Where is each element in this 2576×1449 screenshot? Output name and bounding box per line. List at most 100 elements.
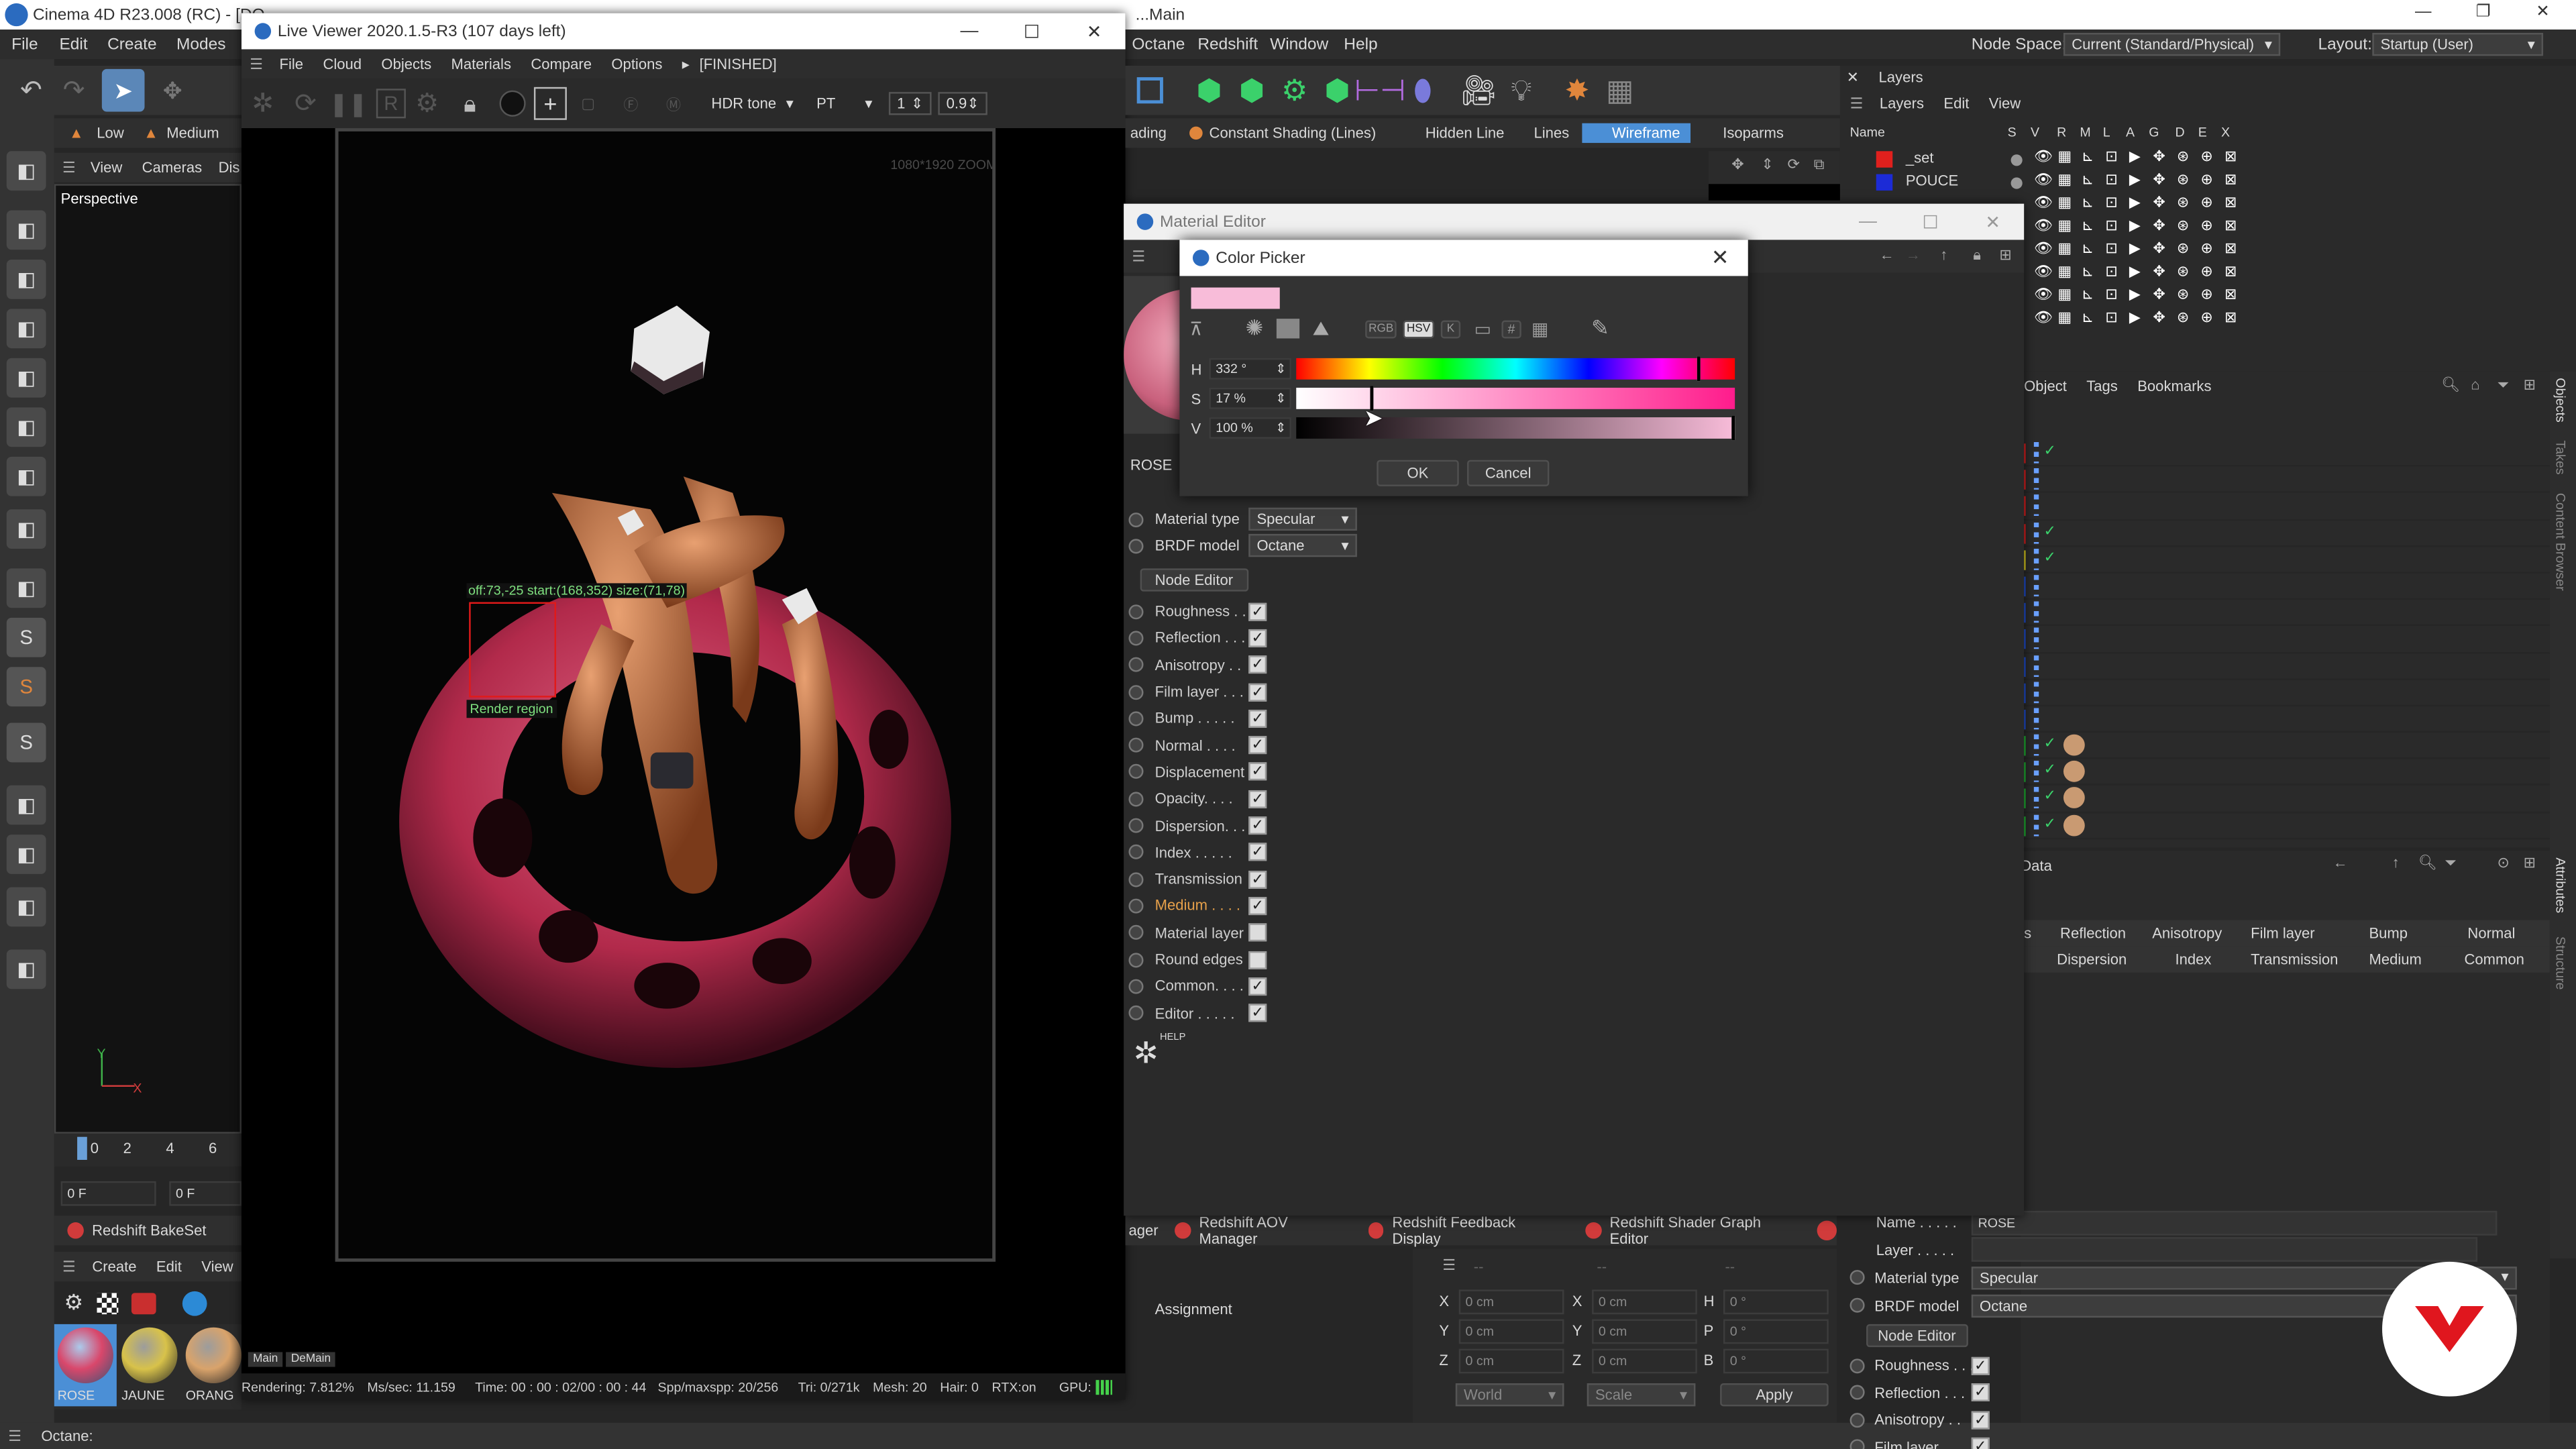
object-row[interactable]: ✓ (2021, 812, 2550, 839)
play-icon[interactable]: ▶ (2129, 286, 2141, 304)
sphere-icon[interactable] (491, 82, 534, 125)
frame-start-field[interactable]: 0 F (60, 1180, 156, 1205)
deformer-icon[interactable]: ⊛ (2177, 148, 2189, 166)
menu-redshift[interactable]: Redshift (1197, 36, 1258, 54)
minimize-icon[interactable]: — (2415, 3, 2431, 21)
menu-octane[interactable]: Octane (1132, 36, 1185, 54)
minimize-icon[interactable]: — (938, 13, 1000, 50)
attr-channel-checkbox[interactable]: ✓ (1971, 1411, 1990, 1430)
attributes-tab[interactable]: Index (2175, 951, 2211, 967)
brdf-radio[interactable] (1128, 538, 1144, 553)
lock-icon[interactable]: ⊡ (2105, 309, 2117, 327)
lod-low-button[interactable]: Low (97, 125, 123, 141)
deformer-icon[interactable]: ⊛ (2177, 171, 2189, 189)
channel-checkbox[interactable]: ✓ (1248, 655, 1267, 674)
check-icon[interactable]: ✓ (2044, 548, 2056, 566)
eye-icon[interactable]: 👁︎ (2034, 148, 2053, 166)
attr-channel-checkbox[interactable]: ✓ (1971, 1356, 1990, 1375)
render-view[interactable]: 1080*1920 ZOOM:%90 PAN:-14,-70 (241, 128, 1126, 1374)
channel-label[interactable]: Displacement (1155, 764, 1245, 780)
play-icon[interactable]: ▶ (2129, 240, 2141, 258)
material-tag-icon[interactable] (2063, 734, 2085, 756)
side-tab-structure[interactable]: Structure (2553, 936, 2568, 990)
layer-row[interactable]: _set 👁︎ ▦ ⊾ ⊡ ▶ ✥ ⊛ ⊕ ⊠ (1840, 148, 2576, 170)
texture-mode-icon[interactable]: ◧ (6, 259, 46, 299)
lv-menu-compare[interactable]: Compare (531, 56, 592, 72)
solo-orange-icon[interactable]: S (6, 667, 46, 707)
deformer-icon[interactable]: ⊛ (2177, 240, 2189, 258)
model-mode-icon[interactable]: ◧ (6, 210, 46, 250)
material-thumbnail[interactable]: ROSE (54, 1324, 117, 1407)
material-thumbnail[interactable]: JAUNE (118, 1324, 180, 1406)
visibility-dots-icon[interactable] (2033, 441, 2039, 464)
object-row[interactable] (2021, 600, 2550, 627)
visibility-dots-icon[interactable] (2033, 761, 2039, 783)
render-icon[interactable] (131, 1292, 156, 1313)
visibility-dots-icon[interactable] (2033, 788, 2039, 809)
object-mode-icon[interactable]: ◧ (6, 309, 46, 349)
tone-select[interactable]: HDR tone ▾ (704, 92, 800, 115)
channel-checkbox[interactable]: ✓ (1248, 763, 1267, 782)
visibility-dots-icon[interactable] (2033, 628, 2039, 650)
light-bulb-icon[interactable]: 💡︎ (1500, 69, 1543, 112)
forward-arrow-icon[interactable]: → (1906, 246, 1921, 262)
back-arrow-icon[interactable]: ← (1880, 246, 1894, 262)
points-mode-icon[interactable]: ◧ (6, 151, 46, 191)
layer-column-header[interactable]: Name (1850, 125, 1885, 140)
color-swatch[interactable] (1191, 287, 1280, 309)
viewport-move-icon[interactable]: ✥ (1731, 156, 1743, 174)
channel-checkbox[interactable]: ✓ (1248, 629, 1267, 647)
viewport[interactable]: Perspective Y X (54, 184, 242, 1134)
lv-menu-materials[interactable]: Materials (451, 56, 511, 72)
object-row[interactable] (2021, 574, 2550, 600)
play-icon[interactable]: ▶ (2129, 309, 2141, 327)
attr-channel-radio[interactable] (1849, 1439, 1865, 1449)
frame-end-field[interactable]: 0 F (169, 1180, 242, 1205)
object-row[interactable]: ✓ (2021, 440, 2550, 467)
attr-channel-checkbox[interactable]: ✓ (1971, 1438, 1990, 1449)
attributes-tab[interactable]: Normal (2467, 925, 2515, 941)
channel-checkbox[interactable]: ✓ (1248, 790, 1267, 808)
material-tag-icon[interactable] (2063, 761, 2085, 783)
bottom-item-shader-graph[interactable]: Redshift Shader Graph Editor (1610, 1214, 1801, 1247)
node-editor-button[interactable]: Node Editor (1140, 568, 1248, 592)
material-menu-edit[interactable]: Edit (156, 1258, 182, 1275)
node-space-select[interactable]: Current (Standard/Physical) ▾ (2063, 32, 2281, 56)
channel-radio[interactable] (1128, 631, 1144, 646)
attr-channel-radio[interactable] (1849, 1385, 1865, 1401)
viewport-menu-cameras[interactable]: Cameras (142, 160, 202, 176)
attr-channel-radio[interactable] (1849, 1358, 1865, 1373)
hue-field[interactable]: 332 ° ⇕ (1209, 358, 1291, 380)
expression-icon[interactable]: ⊕ (2200, 240, 2212, 258)
tab-main[interactable]: Main (248, 1352, 283, 1367)
redo-icon[interactable]: ↷ (52, 69, 95, 112)
deformer-icon[interactable]: ⊛ (2177, 263, 2189, 281)
objects-tab-object[interactable]: Object (2024, 378, 2067, 394)
viewport-pan-icon[interactable]: ⇕ (1761, 156, 1773, 174)
attributes-tab[interactable]: Bump (2369, 925, 2408, 941)
lock-icon[interactable]: ⊡ (2105, 217, 2117, 235)
layer-column-header[interactable]: X (2221, 125, 2230, 140)
generator-icon[interactable]: ✥ (2153, 309, 2165, 327)
mode-hex-button[interactable]: # (1501, 319, 1522, 338)
timeline-playhead[interactable] (77, 1136, 87, 1160)
generator-icon[interactable]: ✥ (2153, 217, 2165, 235)
color-image-icon[interactable]: ⛰ (1313, 316, 1330, 341)
color-spectrum-icon[interactable] (1276, 319, 1300, 339)
channel-checkbox[interactable] (1248, 923, 1267, 942)
lock-icon[interactable]: 🔒︎ (449, 82, 492, 125)
close-icon[interactable]: ✕ (1063, 13, 1126, 50)
eye-icon[interactable]: 👁︎ (2034, 171, 2053, 189)
generator-icon[interactable]: ✥ (2153, 171, 2165, 189)
polygon-mode-icon[interactable]: ◧ (6, 358, 46, 398)
bakeset-tab[interactable]: Redshift BakeSet (54, 1216, 242, 1246)
channel-label[interactable]: Common. . . . (1155, 978, 1244, 994)
visibility-dots-icon[interactable] (2033, 495, 2039, 517)
mode-rgb-button[interactable]: RGB (1365, 319, 1397, 338)
coord-field[interactable]: 0 cm (1592, 1289, 1697, 1315)
channel-radio[interactable] (1128, 657, 1144, 673)
layer-column-header[interactable]: D (2175, 125, 2184, 140)
expression-icon[interactable]: ⊕ (2200, 194, 2212, 212)
coord-field[interactable]: 0 cm (1458, 1348, 1564, 1374)
viewport-rotate-icon[interactable]: ⟳ (1788, 156, 1800, 174)
